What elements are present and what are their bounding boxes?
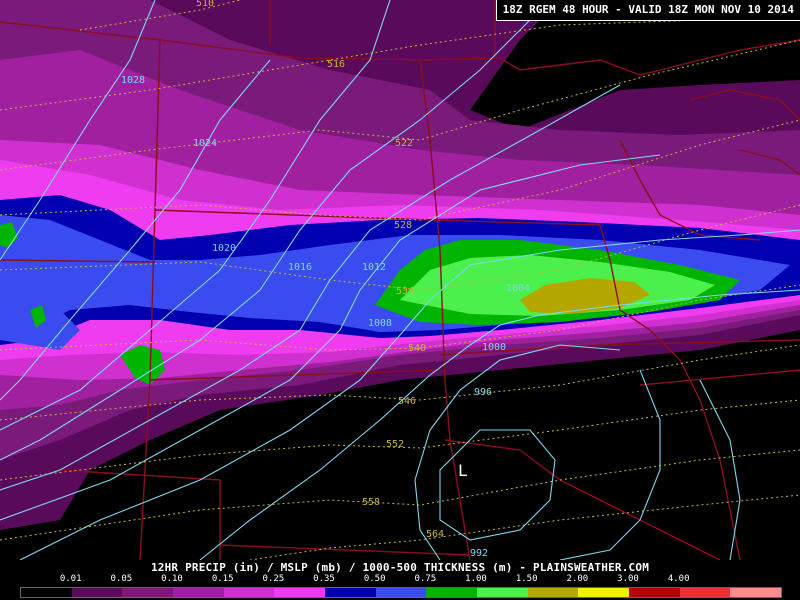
thickness-label: 546 — [398, 396, 416, 407]
weather-map: 1028 1024 1020 1016 1012 1008 1004 1000 … — [0, 0, 800, 560]
isobar-label: 1020 — [212, 243, 236, 254]
thickness-label: 528 — [394, 220, 412, 231]
header-title: 18Z RGEM 48 HOUR - VALID 18Z MON NOV 10 … — [495, 0, 800, 21]
legend-label: 2.00 — [566, 574, 589, 584]
legend-swatch — [629, 588, 680, 597]
legend-swatch — [679, 588, 731, 597]
isobar-label: 1016 — [288, 262, 312, 273]
footer-title: 12HR PRECIP (in) / MSLP (mb) / 1000-500 … — [150, 561, 650, 574]
legend-label: 0.25 — [262, 574, 285, 584]
legend-label: 0.15 — [211, 574, 234, 584]
legend-label: 4.00 — [667, 574, 690, 584]
isobar-label: 992 — [470, 548, 488, 559]
isobar-label: 996 — [474, 387, 492, 398]
legend-label: 0.75 — [414, 574, 437, 584]
isobar-label: 1004 — [506, 283, 530, 294]
legend-label: 3.00 — [617, 574, 639, 584]
thickness-label: 510 — [196, 0, 214, 9]
legend-swatch — [325, 588, 376, 597]
isobar-label: 1024 — [193, 138, 217, 149]
legend-swatch — [730, 588, 782, 597]
thickness-label: 516 — [327, 59, 345, 70]
legend-labels: 0.01 0.05 0.10 0.15 0.25 0.35 0.50 0.75 1.00 1.50… — [0, 574, 800, 586]
thickness-label: 522 — [395, 138, 413, 149]
legend-swatch — [173, 588, 224, 597]
legend-color-bar — [20, 587, 782, 598]
legend-label: 1.50 — [515, 574, 538, 584]
legend-label: 0.01 — [59, 574, 82, 584]
legend-swatch — [578, 588, 630, 597]
thickness-label: 552 — [386, 439, 404, 450]
legend-swatch — [223, 588, 275, 597]
thickness-label: 558 — [362, 497, 380, 508]
legend-swatch — [21, 588, 72, 597]
thickness-label: 540 — [408, 343, 426, 354]
thickness-label: 534 — [396, 286, 414, 297]
legend-label: 1.00 — [465, 574, 487, 584]
isobar-label: 1008 — [368, 318, 392, 329]
legend-label: 0.50 — [363, 574, 386, 584]
isobar-label: 1000 — [482, 342, 506, 353]
legend-swatch — [426, 588, 478, 597]
legend-swatch — [274, 588, 326, 597]
thickness-label: 564 — [426, 529, 444, 540]
legend-label: 0.05 — [110, 574, 133, 584]
legend-label: 0.35 — [313, 574, 335, 584]
isobar-label: 1028 — [121, 75, 145, 86]
legend-swatch — [527, 588, 579, 597]
legend-swatch — [375, 588, 427, 597]
legend-label: 0.10 — [161, 574, 183, 584]
legend-swatch — [477, 588, 528, 597]
legend-swatch — [122, 588, 174, 597]
legend-swatch — [71, 588, 123, 597]
isobar-label: 1012 — [362, 262, 386, 273]
low-pressure-marker: L — [458, 461, 468, 480]
